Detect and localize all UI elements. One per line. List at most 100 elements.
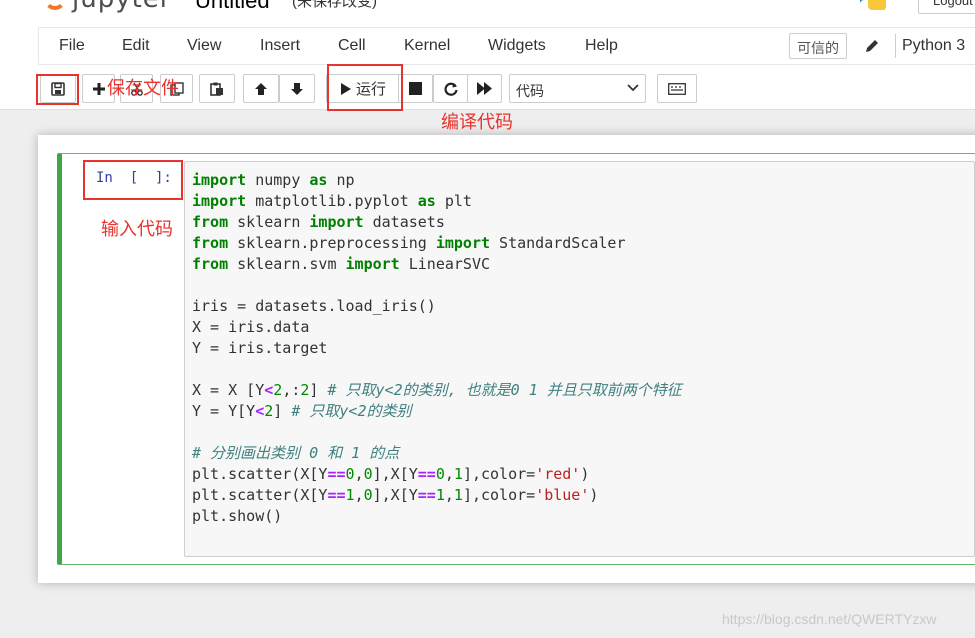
code-token: 1 (345, 486, 355, 504)
chevron-down-icon (627, 84, 639, 92)
save-status: (未保存改变) (292, 0, 377, 10)
restart-kernel-button[interactable] (433, 74, 468, 103)
arrow-down-icon (291, 82, 303, 95)
code-token: , (354, 486, 364, 504)
jupyter-logo[interactable]: jupyter (44, 0, 171, 14)
cell-type-value: 代码 (516, 83, 544, 99)
code-token: ],color= (462, 486, 536, 504)
code-line: from sklearn.svm import LinearSVC (192, 254, 682, 275)
menu-widgets[interactable]: Widgets (488, 37, 546, 55)
restart-run-all-button[interactable] (467, 74, 502, 103)
code-token: sklearn.svm (228, 255, 346, 273)
command-palette-button[interactable] (657, 74, 697, 103)
code-token: plt.show() (192, 507, 283, 525)
code-editor[interactable]: import numpy as np import matplotlib.pypl… (192, 170, 682, 527)
code-token: 0 (435, 465, 445, 483)
code-line: import numpy as np (192, 170, 682, 191)
code-line: plt.scatter(X[Y==0,0],X[Y==0,1],color='r… (192, 464, 682, 485)
code-token: plt.scatter(X[Y (192, 486, 328, 504)
code-token: 'red' (535, 465, 581, 483)
code-token: import (435, 234, 491, 252)
menu-edit[interactable]: Edit (122, 37, 150, 55)
code-token: as (309, 171, 328, 189)
code-token: np (327, 171, 355, 189)
code-token: numpy (246, 171, 310, 189)
move-up-button[interactable] (243, 74, 279, 103)
menu-insert[interactable]: Insert (260, 37, 300, 55)
code-token: 0 (363, 486, 373, 504)
code-token: ],X[Y (372, 465, 418, 483)
code-token: # 只取y<2的类别, 也就是0 1 并且只取前两个特征 (327, 381, 682, 399)
code-token: import (345, 255, 400, 273)
code-token: 0 (345, 465, 355, 483)
code-token: ) (580, 465, 590, 483)
run-button-highlight (327, 64, 403, 111)
code-token: , (444, 465, 454, 483)
cell-type-select[interactable]: 代码 (509, 74, 646, 103)
code-line: plt.scatter(X[Y==1,0],X[Y==1,1],color='b… (192, 485, 682, 506)
code-token: datasets (363, 213, 445, 231)
menu-view[interactable]: View (187, 37, 221, 55)
code-line: plt.show() (192, 506, 682, 527)
code-line: Y = iris.target (192, 338, 682, 359)
code-token: 2 (273, 381, 283, 399)
code-token: # 分别画出类别 0 和 1 的点 (192, 444, 400, 462)
kernel-name[interactable]: Python 3 (902, 37, 965, 55)
code-token: == (327, 465, 346, 483)
code-line: Y = Y[Y<2] # 只取y<2的类别 (192, 401, 682, 422)
code-token: sklearn (228, 213, 310, 231)
menu-file[interactable]: File (59, 37, 85, 55)
trusted-badge[interactable]: 可信的 (789, 33, 847, 59)
fast-forward-icon (476, 82, 492, 95)
code-token: Y = iris.target (192, 339, 328, 357)
menu-help[interactable]: Help (585, 37, 618, 55)
prompt-highlight (83, 160, 183, 200)
code-token: ] (273, 402, 292, 420)
save-button-highlight (36, 74, 79, 105)
code-token: == (327, 486, 346, 504)
code-token: == (417, 465, 436, 483)
code-line: from sklearn import datasets (192, 212, 682, 233)
code-token: Y = Y[Y (192, 402, 256, 420)
code-token: plt.scatter(X[Y (192, 465, 328, 483)
notebook-name[interactable]: Untitled (195, 0, 270, 14)
code-token: from (192, 255, 229, 273)
code-line: X = X [Y<2,:2] # 只取y<2的类别, 也就是0 1 并且只取前两… (192, 380, 682, 401)
code-line: import matplotlib.pyplot as plt (192, 191, 682, 212)
code-token: import (192, 171, 247, 189)
code-token: ],color= (462, 465, 536, 483)
code-token: 1 (453, 486, 463, 504)
code-token: 1 (435, 486, 445, 504)
code-token: 2 (264, 402, 274, 420)
code-token: < (264, 381, 274, 399)
code-token: plt (435, 192, 472, 210)
menubar: File Edit View Insert Cell Kernel Widget… (38, 27, 975, 65)
code-line: from sklearn.preprocessing import Standa… (192, 233, 682, 254)
menu-cell[interactable]: Cell (338, 37, 366, 55)
arrow-up-icon (255, 82, 267, 95)
code-token: as (417, 192, 436, 210)
paste-cell-button[interactable] (199, 74, 235, 103)
code-line: # 分别画出类别 0 和 1 的点 (192, 443, 682, 464)
code-token: # 只取y<2的类别 (291, 402, 412, 420)
code-token: 'blue' (535, 486, 590, 504)
interrupt-kernel-button[interactable] (398, 74, 433, 103)
code-token: import (192, 192, 247, 210)
jupyter-logo-icon (44, 0, 66, 10)
save-file-annotation: 保存文件 (107, 78, 179, 99)
pencil-icon[interactable] (864, 38, 880, 54)
code-token: iris = datasets.load_iris() (192, 297, 436, 315)
move-down-button[interactable] (279, 74, 315, 103)
code-token: LinearSVC (399, 255, 491, 273)
menu-kernel[interactable]: Kernel (404, 37, 450, 55)
watermark: https://blog.csdn.net/QWERTYzxw (722, 611, 937, 627)
code-token: 1 (453, 465, 463, 483)
code-token: ] (309, 381, 328, 399)
kernel-divider (895, 34, 896, 58)
logout-button[interactable]: Logout (918, 0, 975, 14)
input-code-annotation: 输入代码 (101, 219, 173, 240)
code-token: ],X[Y (372, 486, 418, 504)
refresh-icon (443, 82, 458, 96)
code-line: X = iris.data (192, 317, 682, 338)
